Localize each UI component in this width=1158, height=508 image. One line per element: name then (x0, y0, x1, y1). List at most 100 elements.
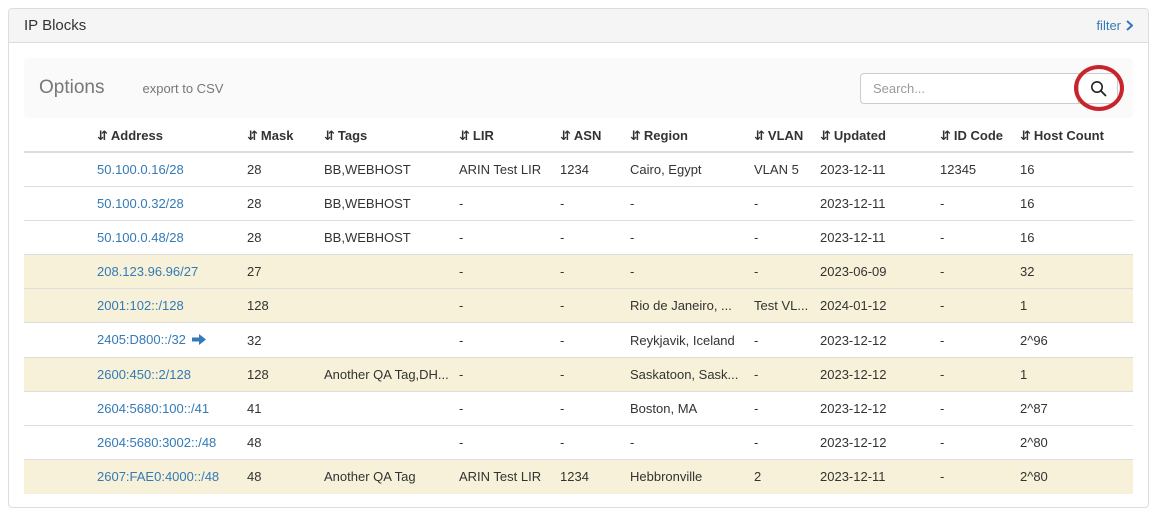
column-header-vlan[interactable]: ⇵VLAN (746, 121, 812, 152)
cell-address: 50.100.0.48/28 (89, 221, 239, 255)
cell-id-code: - (932, 323, 1012, 358)
page-title: IP Blocks (24, 17, 86, 34)
cell-mask: 28 (239, 221, 316, 255)
cell-tags: BB,WEBHOST (316, 152, 451, 187)
cell-updated: 2023-12-11 (812, 460, 932, 494)
filter-link[interactable]: filter (1096, 18, 1133, 33)
cell-tags (316, 323, 451, 358)
cell-lir: - (451, 358, 552, 392)
cell-id-code: - (932, 392, 1012, 426)
search-input[interactable] (860, 73, 1078, 104)
table-row: 2001:102::/128 128 - - Rio de Janeiro, .… (24, 289, 1133, 323)
column-label: VLAN (768, 128, 803, 143)
cell-vlan: - (746, 187, 812, 221)
cell-region: - (622, 187, 746, 221)
cell-blank (24, 392, 89, 426)
cell-vlan: - (746, 323, 812, 358)
cell-tags (316, 392, 451, 426)
table-row: 208.123.96.96/27 27 - - - - 2023-06-09 -… (24, 255, 1133, 289)
column-header-blank (24, 121, 89, 152)
address-link[interactable]: 208.123.96.96/27 (97, 264, 198, 279)
table-row: 50.100.0.32/28 28 BB,WEBHOST - - - - 202… (24, 187, 1133, 221)
cell-blank (24, 255, 89, 289)
cell-id-code: - (932, 358, 1012, 392)
cell-updated: 2023-12-12 (812, 426, 932, 460)
search-button[interactable] (1078, 73, 1118, 104)
address-link[interactable]: 2607:FAE0:4000::/48 (97, 469, 219, 484)
cell-host-count: 16 (1012, 152, 1133, 187)
cell-region: - (622, 255, 746, 289)
cell-blank (24, 289, 89, 323)
panel-body: Options export to CSV (9, 43, 1148, 494)
sort-icon: ⇵ (560, 129, 571, 144)
cell-updated: 2023-12-11 (812, 187, 932, 221)
search-group (860, 73, 1118, 104)
address-link[interactable]: 50.100.0.48/28 (97, 230, 184, 245)
address-link[interactable]: 2405:D800::/32 (97, 332, 186, 347)
filter-link-label: filter (1096, 18, 1121, 33)
cell-tags (316, 289, 451, 323)
sort-icon: ⇵ (630, 129, 641, 144)
options-title: Options (39, 77, 104, 99)
column-header-updated[interactable]: ⇵Updated (812, 121, 932, 152)
cell-asn: - (552, 289, 622, 323)
cell-tags: BB,WEBHOST (316, 221, 451, 255)
cell-mask: 41 (239, 392, 316, 426)
cell-host-count: 16 (1012, 221, 1133, 255)
table-row: 50.100.0.16/28 28 BB,WEBHOST ARIN Test L… (24, 152, 1133, 187)
address-link[interactable]: 2604:5680:3002::/48 (97, 435, 216, 450)
table-row: 2405:D800::/32 32 - - Reykjavik, Iceland… (24, 323, 1133, 358)
column-header-address[interactable]: ⇵Address (89, 121, 239, 152)
cell-id-code: - (932, 255, 1012, 289)
cell-host-count: 1 (1012, 358, 1133, 392)
column-header-tags[interactable]: ⇵Tags (316, 121, 451, 152)
cell-blank (24, 426, 89, 460)
panel-heading: IP Blocks filter (9, 9, 1148, 43)
column-label: LIR (473, 128, 494, 143)
table-header-row: ⇵Address ⇵Mask ⇵Tags ⇵LIR ⇵ASN ⇵Region ⇵… (24, 121, 1133, 152)
cell-blank (24, 460, 89, 494)
column-header-id-code[interactable]: ⇵ID Code (932, 121, 1012, 152)
cell-mask: 48 (239, 460, 316, 494)
chevron-right-icon (1126, 20, 1133, 31)
cell-address: 50.100.0.16/28 (89, 152, 239, 187)
table-body: 50.100.0.16/28 28 BB,WEBHOST ARIN Test L… (24, 152, 1133, 494)
cell-region: Boston, MA (622, 392, 746, 426)
sort-icon: ⇵ (324, 129, 335, 144)
cell-lir: - (451, 221, 552, 255)
cell-lir: - (451, 187, 552, 221)
address-link[interactable]: 2604:5680:100::/41 (97, 401, 209, 416)
address-link[interactable]: 2001:102::/128 (97, 298, 184, 313)
cell-blank (24, 152, 89, 187)
column-header-region[interactable]: ⇵Region (622, 121, 746, 152)
cell-address: 2600:450::2/128 (89, 358, 239, 392)
arrow-right-icon (192, 333, 206, 348)
cell-address: 2001:102::/128 (89, 289, 239, 323)
cell-region: Reykjavik, Iceland (622, 323, 746, 358)
cell-asn: - (552, 221, 622, 255)
cell-host-count: 1 (1012, 289, 1133, 323)
address-link[interactable]: 50.100.0.16/28 (97, 162, 184, 177)
column-header-asn[interactable]: ⇵ASN (552, 121, 622, 152)
cell-asn: - (552, 358, 622, 392)
cell-lir: - (451, 255, 552, 289)
address-link[interactable]: 2600:450::2/128 (97, 367, 191, 382)
column-header-host-count[interactable]: ⇵Host Count (1012, 121, 1133, 152)
ip-blocks-table: ⇵Address ⇵Mask ⇵Tags ⇵LIR ⇵ASN ⇵Region ⇵… (24, 121, 1133, 494)
cell-region: Hebbronville (622, 460, 746, 494)
export-csv-link[interactable]: export to CSV (142, 81, 223, 96)
cell-tags: BB,WEBHOST (316, 187, 451, 221)
cell-updated: 2023-12-12 (812, 358, 932, 392)
column-header-mask[interactable]: ⇵Mask (239, 121, 316, 152)
sort-icon: ⇵ (754, 129, 765, 144)
cell-id-code: - (932, 460, 1012, 494)
cell-host-count: 2^80 (1012, 460, 1133, 494)
cell-host-count: 2^87 (1012, 392, 1133, 426)
cell-updated: 2023-12-11 (812, 221, 932, 255)
column-header-lir[interactable]: ⇵LIR (451, 121, 552, 152)
cell-host-count: 16 (1012, 187, 1133, 221)
cell-asn: - (552, 392, 622, 426)
cell-region: Cairo, Egypt (622, 152, 746, 187)
address-link[interactable]: 50.100.0.32/28 (97, 196, 184, 211)
cell-asn: 1234 (552, 152, 622, 187)
